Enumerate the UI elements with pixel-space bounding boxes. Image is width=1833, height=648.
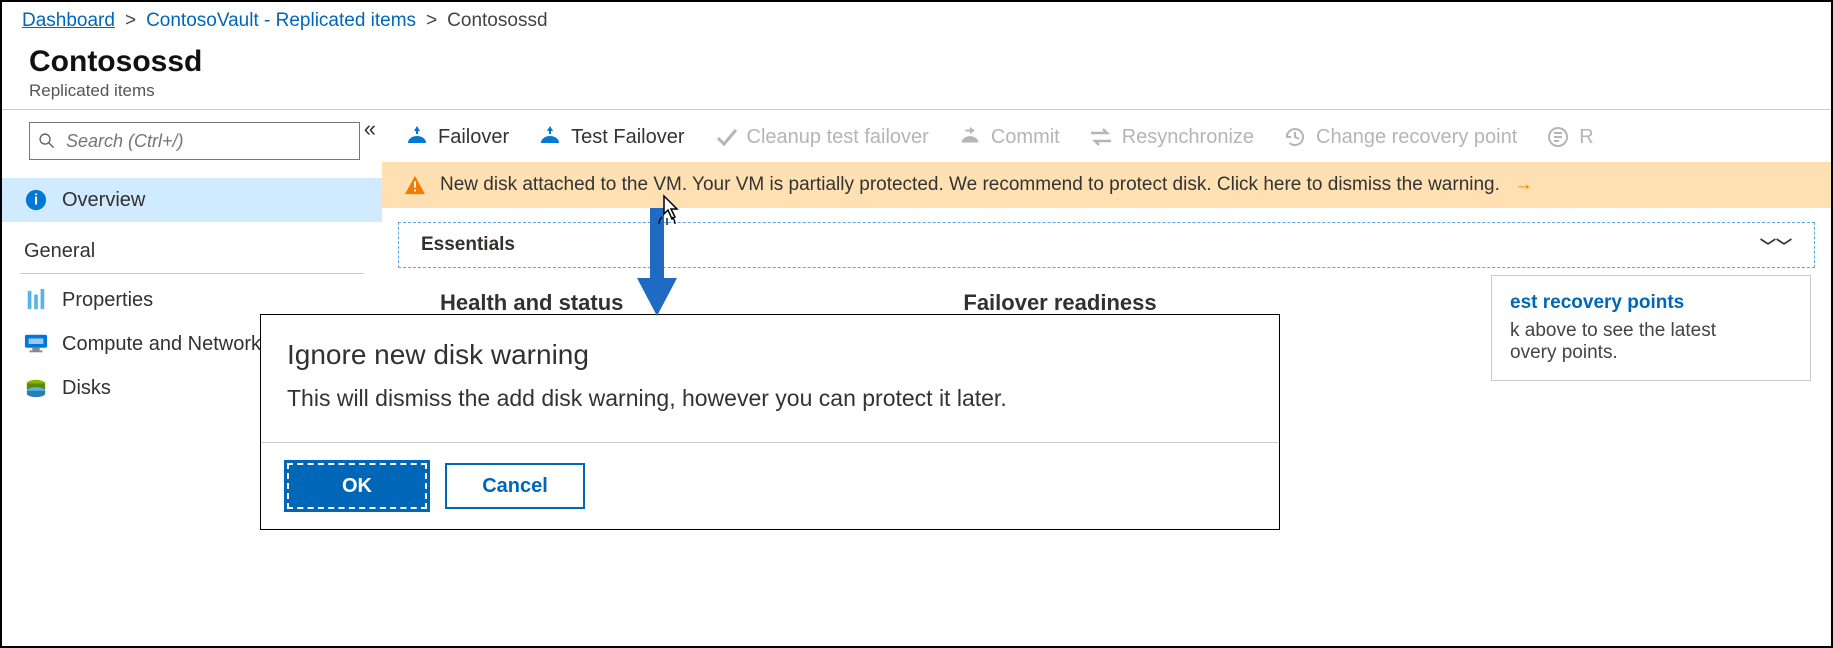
recovery-hint: k above to see the latest overy points. (1510, 320, 1792, 364)
disks-icon (24, 376, 48, 400)
toolbar-label: R (1579, 126, 1593, 149)
sidebar-item-label: Overview (62, 189, 145, 212)
info-icon: i (24, 188, 48, 212)
toolbar-label: Failover (438, 126, 509, 149)
breadcrumb-sep: > (426, 10, 437, 32)
dialog-title: Ignore new disk warning (287, 339, 1253, 371)
sidebar-item-label: Properties (62, 289, 153, 312)
overflow-icon (1545, 124, 1571, 150)
toolbar-label: Cleanup test failover (747, 126, 929, 149)
dismiss-warning-dialog: Ignore new disk warning This will dismis… (260, 314, 1280, 530)
cancel-button[interactable]: Cancel (445, 463, 585, 509)
sidebar-section-general: General (2, 222, 382, 269)
search-icon (38, 132, 55, 154)
recovery-points-card: est recovery points k above to see the l… (1491, 275, 1811, 381)
page-title: Contosossd (29, 45, 1811, 79)
test-failover-icon (537, 124, 563, 150)
page-subtitle: Replicated items (29, 81, 1811, 101)
test-failover-button[interactable]: Test Failover (537, 124, 684, 150)
divider (20, 273, 364, 274)
compute-icon (24, 332, 48, 356)
toolbar-label: Resynchronize (1122, 126, 1254, 149)
change-recovery-point-button: Change recovery point (1282, 124, 1517, 150)
collapse-sidebar-button[interactable]: « (364, 116, 376, 142)
readiness-column-title: Failover readiness (963, 290, 1156, 316)
health-column-title: Health and status (440, 290, 623, 316)
resync-button: Resynchronize (1088, 124, 1254, 150)
check-icon (713, 124, 739, 150)
breadcrumb-vault[interactable]: ContosoVault - Replicated items (146, 10, 416, 32)
chevron-double-down-icon: ﹀﹀ (1760, 233, 1792, 257)
search-input[interactable] (29, 122, 360, 160)
properties-icon (24, 288, 48, 312)
toolbar-label: Test Failover (571, 126, 684, 149)
commit-icon (957, 124, 983, 150)
resync-icon (1088, 124, 1114, 150)
sidebar-item-label: Compute and Network (62, 333, 261, 356)
sidebar-item-overview[interactable]: i Overview (2, 178, 382, 222)
history-icon (1282, 124, 1308, 150)
breadcrumb-current: Contosossd (447, 10, 547, 32)
toolbar-label: Commit (991, 126, 1060, 149)
commit-button: Commit (957, 124, 1060, 150)
ok-button[interactable]: OK (287, 463, 427, 509)
failover-button[interactable]: Failover (404, 124, 509, 150)
title-block: Contosossd Replicated items (2, 40, 1831, 109)
breadcrumb: Dashboard > ContosoVault - Replicated it… (2, 2, 1831, 40)
warning-icon (404, 174, 426, 196)
dialog-body: This will dismiss the add disk warning, … (287, 385, 1253, 412)
banner-text: New disk attached to the VM. Your VM is … (440, 174, 1500, 196)
recovery-points-link[interactable]: est recovery points (1510, 292, 1792, 314)
warning-banner[interactable]: New disk attached to the VM. Your VM is … (382, 162, 1831, 208)
toolbar-overflow: R (1545, 124, 1593, 150)
svg-text:i: i (34, 193, 38, 209)
sidebar-item-label: Disks (62, 377, 111, 400)
breadcrumb-sep: > (125, 10, 136, 32)
toolbar-label: Change recovery point (1316, 126, 1517, 149)
essentials-panel[interactable]: Essentials ﹀﹀ (398, 222, 1815, 268)
cleanup-button: Cleanup test failover (713, 124, 929, 150)
breadcrumb-dashboard[interactable]: Dashboard (22, 10, 115, 32)
divider (261, 442, 1279, 443)
arrow-right-icon: → (1514, 174, 1533, 196)
failover-icon (404, 124, 430, 150)
toolbar: Failover Test Failover Cleanup test fail… (382, 110, 1831, 162)
essentials-label: Essentials (421, 234, 515, 256)
